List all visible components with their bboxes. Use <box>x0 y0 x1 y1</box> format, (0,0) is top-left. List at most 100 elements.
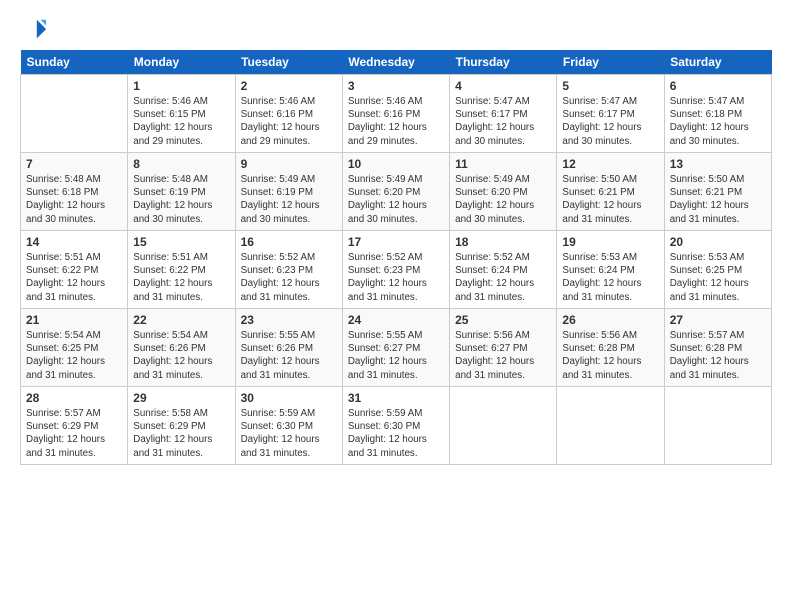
day-number: 2 <box>241 79 337 93</box>
calendar-cell: 18 Sunrise: 5:52 AM Sunset: 6:24 PM Dayli… <box>450 231 557 309</box>
col-header-thursday: Thursday <box>450 50 557 75</box>
calendar-cell: 30 Sunrise: 5:59 AM Sunset: 6:30 PM Dayli… <box>235 387 342 465</box>
day-number: 29 <box>133 391 229 405</box>
day-number: 12 <box>562 157 658 171</box>
header-row: SundayMondayTuesdayWednesdayThursdayFrid… <box>21 50 772 75</box>
day-info: Sunrise: 5:48 AM Sunset: 6:18 PM Dayligh… <box>26 173 122 226</box>
day-number: 10 <box>348 157 444 171</box>
day-info: Sunrise: 5:57 AM Sunset: 6:29 PM Dayligh… <box>26 407 122 460</box>
calendar-cell: 17Sunrise: 5:52 AM Sunset: 6:23 PM Dayli… <box>342 231 449 309</box>
calendar-cell <box>664 387 771 465</box>
day-info: Sunrise: 5:56 AM Sunset: 6:27 PM Dayligh… <box>455 329 551 382</box>
day-number: 5 <box>562 79 658 93</box>
calendar-cell: 10 Sunrise: 5:49 AM Sunset: 6:20 PM Dayli… <box>342 153 449 231</box>
calendar-cell: 25Sunrise: 5:56 AM Sunset: 6:27 PM Dayli… <box>450 309 557 387</box>
day-number: 18 <box>455 235 551 249</box>
day-number: 31 <box>348 391 444 405</box>
calendar-cell <box>21 75 128 153</box>
calendar-cell: 24 Sunrise: 5:55 AM Sunset: 6:27 PM Dayli… <box>342 309 449 387</box>
day-info: Sunrise: 5:59 AM Sunset: 6:30 PM Dayligh… <box>241 407 337 460</box>
day-number: 6 <box>670 79 766 93</box>
week-row-2: 14 Sunrise: 5:51 AM Sunset: 6:22 PM Dayli… <box>21 231 772 309</box>
week-row-4: 28 Sunrise: 5:57 AM Sunset: 6:29 PM Dayli… <box>21 387 772 465</box>
header <box>20 16 772 44</box>
day-number: 30 <box>241 391 337 405</box>
calendar-cell: 9 Sunrise: 5:49 AM Sunset: 6:19 PM Daylig… <box>235 153 342 231</box>
calendar-cell: 13 Sunrise: 5:50 AM Sunset: 6:21 PM Dayli… <box>664 153 771 231</box>
day-info: Sunrise: 5:50 AM Sunset: 6:21 PM Dayligh… <box>670 173 766 226</box>
day-info: Sunrise: 5:52 AM Sunset: 6:23 PM Dayligh… <box>241 251 337 304</box>
day-number: 24 <box>348 313 444 327</box>
calendar-cell: 29 Sunrise: 5:58 AM Sunset: 6:29 PM Dayli… <box>128 387 235 465</box>
day-info: Sunrise: 5:59 AM Sunset: 6:30 PM Dayligh… <box>348 407 444 460</box>
calendar-cell: 20 Sunrise: 5:53 AM Sunset: 6:25 PM Dayli… <box>664 231 771 309</box>
day-info: Sunrise: 5:47 AM Sunset: 6:17 PM Dayligh… <box>455 95 551 148</box>
day-info: Sunrise: 5:54 AM Sunset: 6:25 PM Dayligh… <box>26 329 122 382</box>
calendar-cell: 2Sunrise: 5:46 AM Sunset: 6:16 PM Daylig… <box>235 75 342 153</box>
calendar-cell: 6 Sunrise: 5:47 AM Sunset: 6:18 PM Daylig… <box>664 75 771 153</box>
calendar-cell: 14 Sunrise: 5:51 AM Sunset: 6:22 PM Dayli… <box>21 231 128 309</box>
day-number: 15 <box>133 235 229 249</box>
day-number: 11 <box>455 157 551 171</box>
day-info: Sunrise: 5:55 AM Sunset: 6:26 PM Dayligh… <box>241 329 337 382</box>
day-number: 23 <box>241 313 337 327</box>
col-header-sunday: Sunday <box>21 50 128 75</box>
day-number: 9 <box>241 157 337 171</box>
day-info: Sunrise: 5:55 AM Sunset: 6:27 PM Dayligh… <box>348 329 444 382</box>
col-header-saturday: Saturday <box>664 50 771 75</box>
col-header-monday: Monday <box>128 50 235 75</box>
day-number: 26 <box>562 313 658 327</box>
calendar-cell: 15Sunrise: 5:51 AM Sunset: 6:22 PM Dayli… <box>128 231 235 309</box>
calendar-cell: 11 Sunrise: 5:49 AM Sunset: 6:20 PM Dayli… <box>450 153 557 231</box>
day-number: 1 <box>133 79 229 93</box>
day-number: 8 <box>133 157 229 171</box>
calendar-cell: 23 Sunrise: 5:55 AM Sunset: 6:26 PM Dayli… <box>235 309 342 387</box>
logo <box>20 16 52 44</box>
calendar-cell: 8Sunrise: 5:48 AM Sunset: 6:19 PM Daylig… <box>128 153 235 231</box>
day-number: 7 <box>26 157 122 171</box>
day-info: Sunrise: 5:56 AM Sunset: 6:28 PM Dayligh… <box>562 329 658 382</box>
calendar-cell: 28 Sunrise: 5:57 AM Sunset: 6:29 PM Dayli… <box>21 387 128 465</box>
day-number: 27 <box>670 313 766 327</box>
calendar-cell: 26 Sunrise: 5:56 AM Sunset: 6:28 PM Dayli… <box>557 309 664 387</box>
week-row-1: 7 Sunrise: 5:48 AM Sunset: 6:18 PM Daylig… <box>21 153 772 231</box>
day-info: Sunrise: 5:49 AM Sunset: 6:20 PM Dayligh… <box>455 173 551 226</box>
calendar-cell: 21 Sunrise: 5:54 AM Sunset: 6:25 PM Dayli… <box>21 309 128 387</box>
calendar-cell <box>450 387 557 465</box>
calendar-cell: 22Sunrise: 5:54 AM Sunset: 6:26 PM Dayli… <box>128 309 235 387</box>
calendar-table: SundayMondayTuesdayWednesdayThursdayFrid… <box>20 50 772 465</box>
calendar-cell: 3 Sunrise: 5:46 AM Sunset: 6:16 PM Daylig… <box>342 75 449 153</box>
day-number: 20 <box>670 235 766 249</box>
calendar-cell: 7 Sunrise: 5:48 AM Sunset: 6:18 PM Daylig… <box>21 153 128 231</box>
day-number: 19 <box>562 235 658 249</box>
day-info: Sunrise: 5:49 AM Sunset: 6:20 PM Dayligh… <box>348 173 444 226</box>
calendar-cell: 31 Sunrise: 5:59 AM Sunset: 6:30 PM Dayli… <box>342 387 449 465</box>
day-number: 13 <box>670 157 766 171</box>
day-number: 3 <box>348 79 444 93</box>
day-info: Sunrise: 5:47 AM Sunset: 6:18 PM Dayligh… <box>670 95 766 148</box>
day-number: 17 <box>348 235 444 249</box>
calendar-cell: 27Sunrise: 5:57 AM Sunset: 6:28 PM Dayli… <box>664 309 771 387</box>
day-info: Sunrise: 5:58 AM Sunset: 6:29 PM Dayligh… <box>133 407 229 460</box>
week-row-3: 21 Sunrise: 5:54 AM Sunset: 6:25 PM Dayli… <box>21 309 772 387</box>
day-info: Sunrise: 5:52 AM Sunset: 6:24 PM Dayligh… <box>455 251 551 304</box>
calendar-cell <box>557 387 664 465</box>
page-container: SundayMondayTuesdayWednesdayThursdayFrid… <box>0 0 792 475</box>
day-info: Sunrise: 5:46 AM Sunset: 6:15 PM Dayligh… <box>133 95 229 148</box>
day-number: 14 <box>26 235 122 249</box>
col-header-tuesday: Tuesday <box>235 50 342 75</box>
calendar-cell: 4 Sunrise: 5:47 AM Sunset: 6:17 PM Daylig… <box>450 75 557 153</box>
day-info: Sunrise: 5:46 AM Sunset: 6:16 PM Dayligh… <box>348 95 444 148</box>
calendar-cell: 5Sunrise: 5:47 AM Sunset: 6:17 PM Daylig… <box>557 75 664 153</box>
calendar-cell: 12Sunrise: 5:50 AM Sunset: 6:21 PM Dayli… <box>557 153 664 231</box>
day-info: Sunrise: 5:53 AM Sunset: 6:25 PM Dayligh… <box>670 251 766 304</box>
col-header-friday: Friday <box>557 50 664 75</box>
day-number: 16 <box>241 235 337 249</box>
day-number: 21 <box>26 313 122 327</box>
day-info: Sunrise: 5:54 AM Sunset: 6:26 PM Dayligh… <box>133 329 229 382</box>
day-info: Sunrise: 5:49 AM Sunset: 6:19 PM Dayligh… <box>241 173 337 226</box>
day-number: 4 <box>455 79 551 93</box>
week-row-0: 1 Sunrise: 5:46 AM Sunset: 6:15 PM Daylig… <box>21 75 772 153</box>
day-info: Sunrise: 5:51 AM Sunset: 6:22 PM Dayligh… <box>26 251 122 304</box>
day-number: 28 <box>26 391 122 405</box>
